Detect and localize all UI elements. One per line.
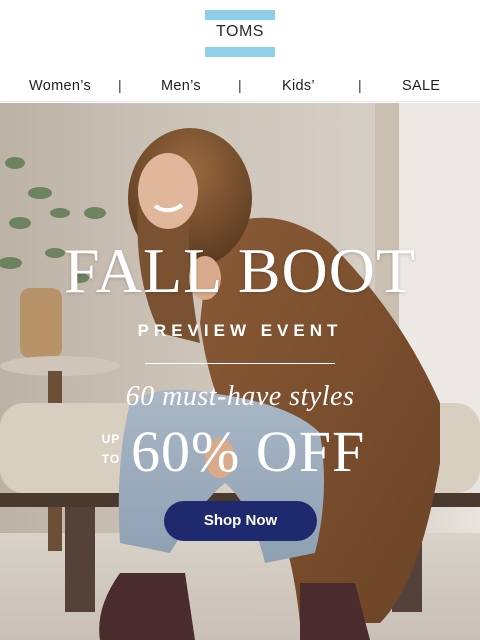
offer-value: 60% OFF — [131, 419, 366, 484]
hero-headline: FALL BOOT — [63, 235, 417, 306]
hero-photo — [0, 103, 480, 640]
hero-tagline: 60 must-have styles — [125, 381, 355, 412]
shop-now-button[interactable]: Shop Now — [164, 501, 317, 541]
nav-item-mens[interactable]: Men’s — [161, 78, 201, 94]
nav-separator: | — [358, 77, 362, 93]
hero-banner[interactable]: FALL BOOT PREVIEW EVENT 60 must-have sty… — [0, 103, 480, 640]
nav-item-womens[interactable]: Women’s — [29, 78, 91, 94]
nav-item-sale[interactable]: SALE — [402, 78, 440, 94]
logo-text: TOMS — [216, 23, 264, 40]
email-header: TOMS — [0, 0, 480, 72]
hero-divider — [145, 363, 335, 364]
offer-prefix-up: UP — [101, 432, 121, 446]
offer-prefix-to: TO — [101, 452, 121, 466]
toms-logo[interactable]: TOMS — [205, 10, 275, 57]
hero-subhead: PREVIEW EVENT — [137, 321, 343, 340]
nav-separator: | — [118, 77, 122, 93]
offer-prefix: UP TO — [96, 429, 126, 469]
category-nav: Women’s | Men’s | Kids’ | SALE — [0, 72, 480, 102]
logo-bottom-band — [205, 47, 275, 57]
logo-top-band — [205, 10, 275, 20]
nav-item-kids[interactable]: Kids’ — [282, 78, 315, 94]
nav-separator: | — [238, 77, 242, 93]
